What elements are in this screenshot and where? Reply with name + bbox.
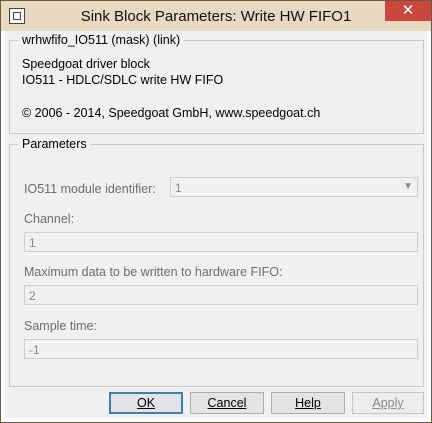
module-id-dropdown[interactable]: 1 ▼ [170,177,418,197]
window-title: Sink Block Parameters: Write HW FIFO1 [80,8,352,25]
chevron-down-icon: ▼ [403,181,413,192]
module-id-label: IO511 module identifier: [24,182,156,196]
max-data-field[interactable]: 2 [24,285,418,305]
title-bar[interactable]: Sink Block Parameters: Write HW FIFO1 ✕ [1,1,431,31]
ok-button[interactable]: OK [109,392,183,414]
sample-time-label: Sample time: [24,319,97,333]
close-icon[interactable]: ✕ [385,1,431,21]
description-line-2: IO511 - HDLC/SDLC write HW FIFO [22,73,224,87]
description-legend: wrhwfifo_IO511 (mask) (link) [18,33,185,47]
max-data-label: Maximum data to be written to hardware F… [24,265,283,279]
channel-label: Channel: [24,212,75,226]
apply-button[interactable]: Apply [352,392,424,414]
description-group: wrhwfifo_IO511 (mask) (link) Speedgoat d… [9,33,424,134]
help-button[interactable]: Help [271,392,345,414]
dialog-body: wrhwfifo_IO511 (mask) (link) Speedgoat d… [5,31,427,418]
parameters-legend: Parameters [18,137,91,151]
cancel-button[interactable]: Cancel [190,392,264,414]
parameters-group: Parameters IO511 module identifier: 1 ▼ … [9,137,424,387]
module-id-value: 1 [175,181,182,195]
description-copyright: © 2006 - 2014, Speedgoat GmbH, www.speed… [22,106,321,120]
sample-time-field[interactable]: -1 [24,339,418,359]
channel-field[interactable]: 1 [24,232,418,252]
dialog-window: Sink Block Parameters: Write HW FIFO1 ✕ … [0,0,432,423]
description-line-1: Speedgoat driver block [22,57,150,71]
